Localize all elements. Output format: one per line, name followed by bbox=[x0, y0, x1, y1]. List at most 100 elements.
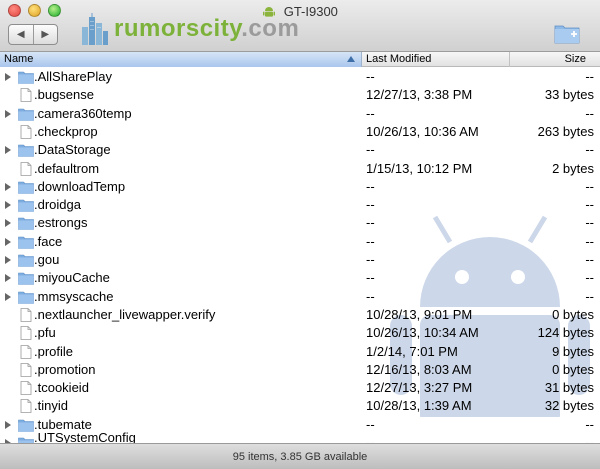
folder-icon bbox=[18, 236, 34, 249]
file-size: 2 bytes bbox=[552, 160, 594, 176]
disclosure-triangle-icon[interactable] bbox=[5, 109, 11, 118]
file-modified: 10/26/13, 10:36 AM bbox=[366, 123, 479, 139]
status-bar: 95 items, 3.85 GB available bbox=[0, 443, 600, 469]
disclosure-triangle-icon[interactable] bbox=[5, 420, 11, 429]
file-row[interactable]: .nextlauncher_livewapper.verify 10/28/13,… bbox=[0, 306, 600, 324]
file-size: 31 bytes bbox=[544, 380, 594, 396]
disclosure-triangle-icon[interactable] bbox=[5, 256, 11, 264]
file-name: .DataStorage bbox=[34, 142, 111, 158]
folder-row[interactable]: .UTSystemConfig -- -- bbox=[0, 430, 600, 443]
folder-icon bbox=[18, 272, 34, 286]
folder-row[interactable]: .AllSharePlay -- -- bbox=[0, 68, 600, 86]
file-name: .downloadTemp bbox=[34, 178, 126, 194]
file-list: .AllSharePlay -- -- .bugsense 12/27/13, 3:38… bbox=[0, 67, 600, 443]
folder-icon bbox=[18, 254, 34, 267]
folder-icon bbox=[18, 291, 34, 304]
file-row[interactable]: .defaultrom 1/15/13, 10:12 PM 2 bytes bbox=[0, 160, 600, 178]
folder-row[interactable]: .estrongs -- -- bbox=[0, 214, 600, 232]
file-name: .promotion bbox=[34, 361, 96, 377]
city-skyline-icon bbox=[82, 13, 108, 45]
disclosure-triangle-icon[interactable] bbox=[5, 274, 11, 283]
file-icon bbox=[20, 326, 32, 341]
folder-icon bbox=[18, 108, 34, 121]
brand-text: rumorscity.com bbox=[114, 15, 299, 43]
disclosure-triangle-icon[interactable] bbox=[5, 237, 11, 246]
file-row[interactable]: .bugsense 12/27/13, 3:38 PM 33 bytes bbox=[0, 86, 600, 104]
file-icon bbox=[20, 124, 32, 139]
file-modified: -- bbox=[366, 270, 375, 286]
file-name: .profile bbox=[34, 343, 74, 359]
file-name: .nextlauncher_livewapper.verify bbox=[34, 306, 216, 322]
column-name-header[interactable]: Name bbox=[0, 52, 362, 67]
folder-row[interactable]: .camera360temp -- -- bbox=[0, 105, 600, 123]
file-size: 124 bytes bbox=[537, 325, 594, 341]
file-row[interactable]: .tcookieid 12/27/13, 3:27 PM 31 bytes bbox=[0, 379, 600, 397]
file-size: 263 bytes bbox=[537, 123, 594, 139]
file-size: 9 bytes bbox=[552, 343, 594, 359]
file-row[interactable]: .promotion 12/16/13, 8:03 AM 0 bytes bbox=[0, 361, 600, 379]
file-name: .checkprop bbox=[34, 123, 98, 139]
folder-row[interactable]: .gou -- -- bbox=[0, 251, 600, 269]
folder-icon bbox=[18, 419, 34, 432]
disclosure-triangle-icon[interactable] bbox=[5, 73, 11, 81]
file-size: -- bbox=[585, 69, 594, 84]
new-folder-icon[interactable] bbox=[554, 22, 580, 44]
folder-row[interactable]: .miyouCache -- -- bbox=[0, 269, 600, 287]
file-row[interactable]: .profile 1/2/14, 7:01 PM 9 bytes bbox=[0, 343, 600, 361]
file-size: -- bbox=[585, 105, 594, 121]
folder-icon bbox=[18, 437, 34, 443]
file-size: 33 bytes bbox=[544, 87, 594, 103]
disclosure-triangle-icon[interactable] bbox=[5, 182, 11, 191]
file-size: -- bbox=[585, 142, 594, 158]
file-modified: 10/28/13, 9:01 PM bbox=[366, 306, 473, 322]
file-modified: -- bbox=[366, 69, 375, 84]
forward-button[interactable]: ▶ bbox=[32, 25, 58, 44]
file-icon bbox=[20, 399, 32, 414]
file-icon bbox=[20, 307, 32, 322]
file-row[interactable]: .checkprop 10/26/13, 10:36 AM 263 bytes bbox=[0, 123, 600, 141]
column-modified-header[interactable]: Last Modified bbox=[362, 52, 510, 67]
file-name: .tinyid bbox=[34, 398, 68, 414]
navigation-buttons: ◀ ▶ bbox=[8, 24, 58, 45]
back-button[interactable]: ◀ bbox=[9, 25, 33, 44]
file-row[interactable]: .tinyid 10/28/13, 1:39 AM 32 bytes bbox=[0, 397, 600, 415]
status-text: 95 items, 3.85 GB available bbox=[232, 451, 368, 463]
file-modified: -- bbox=[366, 416, 375, 432]
file-name: .gou bbox=[34, 252, 60, 267]
file-size: -- bbox=[585, 178, 594, 194]
folder-row[interactable]: .downloadTemp -- -- bbox=[0, 178, 600, 196]
column-size-header[interactable]: Size bbox=[510, 52, 600, 67]
disclosure-triangle-icon[interactable] bbox=[5, 201, 11, 210]
file-modified: 1/15/13, 10:12 PM bbox=[366, 160, 473, 176]
folder-row[interactable]: .DataStorage -- -- bbox=[0, 141, 600, 159]
file-icon bbox=[20, 161, 32, 176]
file-name: .mmsyscache bbox=[34, 288, 114, 304]
file-size: 0 bytes bbox=[552, 361, 594, 377]
file-name: .defaultrom bbox=[34, 160, 100, 176]
file-modified: 1/2/14, 7:01 PM bbox=[366, 343, 458, 359]
folder-row[interactable]: .face -- -- bbox=[0, 233, 600, 251]
file-name: .droidga bbox=[34, 197, 81, 213]
column-size-label: Size bbox=[564, 53, 586, 65]
folder-icon bbox=[18, 71, 34, 84]
file-name: .face bbox=[34, 233, 63, 249]
file-row[interactable]: .pfu 10/26/13, 10:34 AM 124 bytes bbox=[0, 324, 600, 342]
file-modified: -- bbox=[366, 288, 375, 304]
disclosure-triangle-icon[interactable] bbox=[5, 146, 11, 155]
file-modified: 12/27/13, 3:27 PM bbox=[366, 380, 473, 396]
file-size: -- bbox=[585, 252, 594, 267]
disclosure-triangle-icon[interactable] bbox=[5, 292, 11, 301]
disclosure-triangle-icon[interactable] bbox=[5, 219, 11, 228]
folder-row[interactable]: .droidga -- -- bbox=[0, 196, 600, 214]
file-name: .AllSharePlay bbox=[34, 69, 113, 84]
file-modified: -- bbox=[366, 215, 375, 231]
file-modified: -- bbox=[366, 105, 375, 121]
file-icon bbox=[20, 381, 32, 395]
file-name: .UTSystemConfig bbox=[34, 430, 136, 443]
folder-row[interactable]: .mmsyscache -- -- bbox=[0, 288, 600, 306]
file-name: .pfu bbox=[34, 325, 56, 341]
file-modified: 12/16/13, 8:03 AM bbox=[366, 361, 472, 377]
file-icon bbox=[20, 88, 32, 103]
file-size: 0 bytes bbox=[552, 306, 594, 322]
file-name: .estrongs bbox=[34, 215, 88, 231]
